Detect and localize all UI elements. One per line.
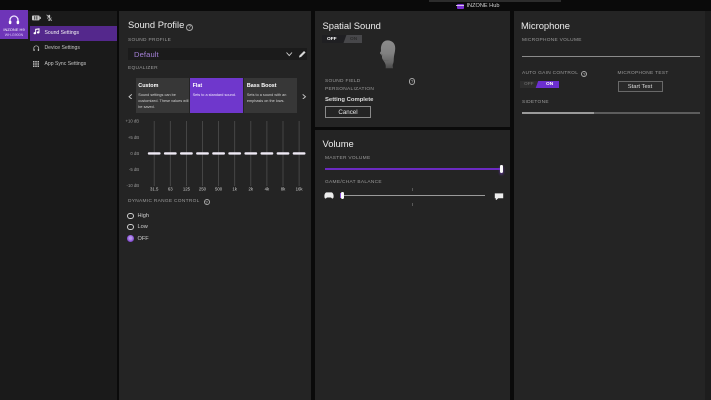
svg-text:8k: 8k: [281, 187, 286, 192]
svg-text:31.5: 31.5: [150, 187, 159, 192]
svg-text:-10 dB: -10 dB: [127, 183, 140, 188]
svg-text:-5 dB: -5 dB: [129, 167, 139, 172]
svg-text:250: 250: [199, 187, 207, 192]
svg-text:125: 125: [183, 187, 191, 192]
svg-text:16k: 16k: [296, 187, 304, 192]
svg-text:500: 500: [215, 187, 223, 192]
svg-text:+5 dB: +5 dB: [128, 135, 139, 140]
svg-text:63: 63: [168, 187, 173, 192]
svg-text:2k: 2k: [249, 187, 254, 192]
svg-text:4k: 4k: [265, 187, 270, 192]
svg-text:+10 dB: +10 dB: [125, 119, 139, 124]
svg-text:0 dB: 0 dB: [130, 151, 139, 156]
svg-text:1k: 1k: [232, 187, 237, 192]
